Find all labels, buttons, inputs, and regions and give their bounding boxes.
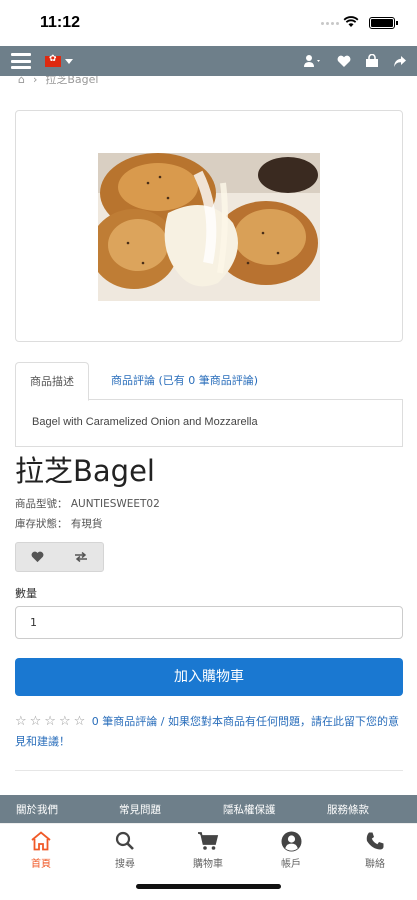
tabbar-account-label: 帳戶 [281,859,301,870]
top-navbar [0,46,417,76]
product-title: 拉芝Bagel [15,454,155,488]
tabbar-contact[interactable]: 聯絡 [345,830,405,870]
tabbar-search-label: 搜尋 [115,859,135,870]
quantity-label: 數量 [15,587,37,600]
hamburger-icon[interactable] [11,53,31,69]
home-indicator [136,884,281,889]
home-icon[interactable]: ⌂ [18,76,25,86]
quantity-input[interactable]: 1 [15,606,403,639]
footer-link-privacy[interactable]: 隱私權保護 [223,802,276,817]
product-model: 商品型號： AUNTIESWEET02 [15,498,160,510]
shopping-bag-icon[interactable] [365,54,379,68]
wishlist-compare-group [15,542,104,572]
user-icon[interactable] [303,54,323,68]
exchange-icon [75,552,88,562]
tabbar-home[interactable]: 首頁 [11,830,71,870]
phone-icon [366,832,384,850]
cart-icon [198,832,219,850]
tabbar-home-label: 首頁 [31,859,51,870]
status-bar: 11:12 [0,0,417,46]
heart-icon [31,551,44,563]
breadcrumb-separator: › [32,76,38,86]
product-photo[interactable] [98,153,320,301]
tabbar-search[interactable]: 搜尋 [95,830,155,870]
product-image-box [15,110,403,342]
description-text: Bagel with Caramelized Onion and Mozzare… [32,416,258,428]
product-tabs: 商品描述 商品評論 (已有 0 筆商品評論) [15,362,403,401]
tabbar-cart-label: 購物車 [193,859,223,870]
stock-status: 庫存狀態： 有現貨 [15,518,103,530]
footer-link-terms[interactable]: 服務條款 [327,802,369,817]
breadcrumb-current[interactable]: 拉芝Bagel [45,76,98,87]
tabbar-cart[interactable]: 購物車 [178,830,238,870]
divider [15,770,403,771]
account-icon [281,831,301,851]
footer-link-about[interactable]: 關於我們 [16,802,58,817]
rating-stars: ☆☆☆☆☆ [15,714,89,729]
tabbar-contact-label: 聯絡 [365,859,385,870]
tabbar-account[interactable]: 帳戶 [261,830,321,870]
chevron-down-icon[interactable] [65,58,73,64]
description-panel: Bagel with Caramelized Onion and Mozzare… [15,399,403,447]
status-time: 11:12 [40,14,81,31]
add-to-cart-button[interactable]: 加入購物車 [15,658,403,696]
wifi-icon [343,16,359,27]
battery-icon [369,17,398,29]
tab-description[interactable]: 商品描述 [15,362,89,401]
hong-kong-flag-icon[interactable] [45,54,61,67]
home-icon [31,831,51,851]
signal-icon [321,22,339,25]
search-icon [115,831,134,850]
compare-button[interactable] [60,543,104,571]
bottom-tabbar: 首頁 搜尋 購物車 帳戶 聯絡 [0,823,417,873]
tab-reviews[interactable]: 商品評論 (已有 0 筆商品評論) [97,362,272,400]
share-icon[interactable] [393,55,407,68]
breadcrumb: ⌂ › 拉芝Bagel [18,76,98,88]
heart-icon[interactable] [337,55,351,68]
footer-links: 關於我們 常見問題 隱私權保護 服務條款 [0,795,417,823]
review-summary: ☆☆☆☆☆ 0 筆商品評論 / 如果您對本商品有任何問題，請在此留下您的意見和建… [15,712,405,752]
add-to-wishlist-button[interactable] [16,543,60,571]
footer-link-faq[interactable]: 常見問題 [119,802,161,817]
